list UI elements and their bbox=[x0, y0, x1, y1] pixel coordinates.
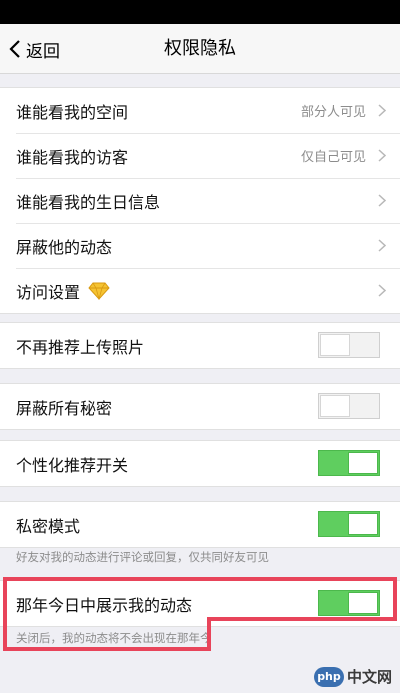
private-mode-hint: 好友对我的动态进行评论或回复，仅共同好友可见 bbox=[16, 550, 269, 564]
toggle-switch[interactable] bbox=[318, 393, 380, 419]
toggle-switch[interactable] bbox=[318, 590, 380, 616]
watermark: php 中文网 bbox=[313, 666, 392, 687]
row-who-can-see-visitors[interactable]: 谁能看我的访客 仅自己可见 bbox=[0, 133, 400, 178]
back-button[interactable]: 返回 bbox=[8, 24, 60, 74]
toggle-switch[interactable] bbox=[318, 332, 380, 358]
row-block-his-feed[interactable]: 屏蔽他的动态 bbox=[0, 223, 400, 268]
settings-group-no-photo-recommend: 不再推荐上传照片 bbox=[0, 322, 400, 369]
chevron-right-icon bbox=[378, 149, 386, 162]
row-access-settings[interactable]: 访问设置 bbox=[0, 268, 400, 313]
row-label: 个性化推荐开关 bbox=[16, 455, 129, 475]
toggle-knob bbox=[348, 592, 378, 614]
chevron-right-icon bbox=[378, 284, 386, 297]
settings-group-personalized: 个性化推荐开关 bbox=[0, 440, 400, 487]
row-no-photo-recommend: 不再推荐上传照片 bbox=[0, 323, 400, 368]
row-label: 那年今日中展示我的动态 bbox=[16, 595, 193, 615]
row-label: 不再推荐上传照片 bbox=[16, 337, 145, 357]
diamond-icon bbox=[88, 282, 110, 300]
toggle-knob bbox=[320, 334, 350, 356]
settings-group-block-secrets: 屏蔽所有秘密 bbox=[0, 383, 400, 430]
back-label: 返回 bbox=[26, 41, 60, 62]
on-this-day-hint: 关闭后，我的动态将不会出现在那年今 bbox=[16, 631, 208, 645]
row-label: 谁能看我的空间 bbox=[16, 102, 129, 122]
highlight-box-step-vertical bbox=[207, 617, 211, 651]
settings-group-private-mode: 私密模式 bbox=[0, 501, 400, 548]
row-private-mode: 私密模式 bbox=[0, 502, 400, 547]
status-bar bbox=[0, 0, 400, 24]
toggle-switch[interactable] bbox=[318, 511, 380, 537]
row-label: 私密模式 bbox=[16, 516, 81, 536]
chevron-left-icon bbox=[9, 40, 20, 58]
chevron-right-icon bbox=[378, 239, 386, 252]
row-label: 谁能看我的访客 bbox=[16, 147, 129, 167]
toggle-knob bbox=[348, 452, 378, 474]
toggle-knob bbox=[348, 513, 378, 535]
highlight-box-step bbox=[207, 617, 397, 621]
row-label: 访问设置 bbox=[16, 282, 81, 302]
row-label: 谁能看我的生日信息 bbox=[16, 192, 161, 212]
toggle-switch[interactable] bbox=[318, 450, 380, 476]
row-block-all-secrets: 屏蔽所有秘密 bbox=[0, 384, 400, 429]
row-personalized-recommend: 个性化推荐开关 bbox=[0, 441, 400, 486]
chevron-right-icon bbox=[378, 194, 386, 207]
watermark-text: 中文网 bbox=[346, 668, 392, 686]
row-who-can-see-space[interactable]: 谁能看我的空间 部分人可见 bbox=[0, 88, 400, 133]
chevron-right-icon bbox=[378, 104, 386, 117]
settings-group-visibility: 谁能看我的空间 部分人可见 谁能看我的访客 仅自己可见 谁能看我的生日信息 屏蔽… bbox=[0, 87, 400, 314]
row-value: 仅自己可见 bbox=[300, 150, 366, 165]
row-label: 屏蔽他的动态 bbox=[16, 237, 113, 257]
row-who-can-see-birthday[interactable]: 谁能看我的生日信息 bbox=[0, 178, 400, 223]
row-label: 屏蔽所有秘密 bbox=[16, 398, 113, 418]
toggle-knob bbox=[320, 395, 350, 417]
watermark-logo: php bbox=[313, 666, 344, 687]
page-title: 权限隐私 bbox=[164, 38, 236, 59]
row-value: 部分人可见 bbox=[300, 105, 366, 120]
navigation-bar: 返回 权限隐私 bbox=[0, 24, 400, 74]
